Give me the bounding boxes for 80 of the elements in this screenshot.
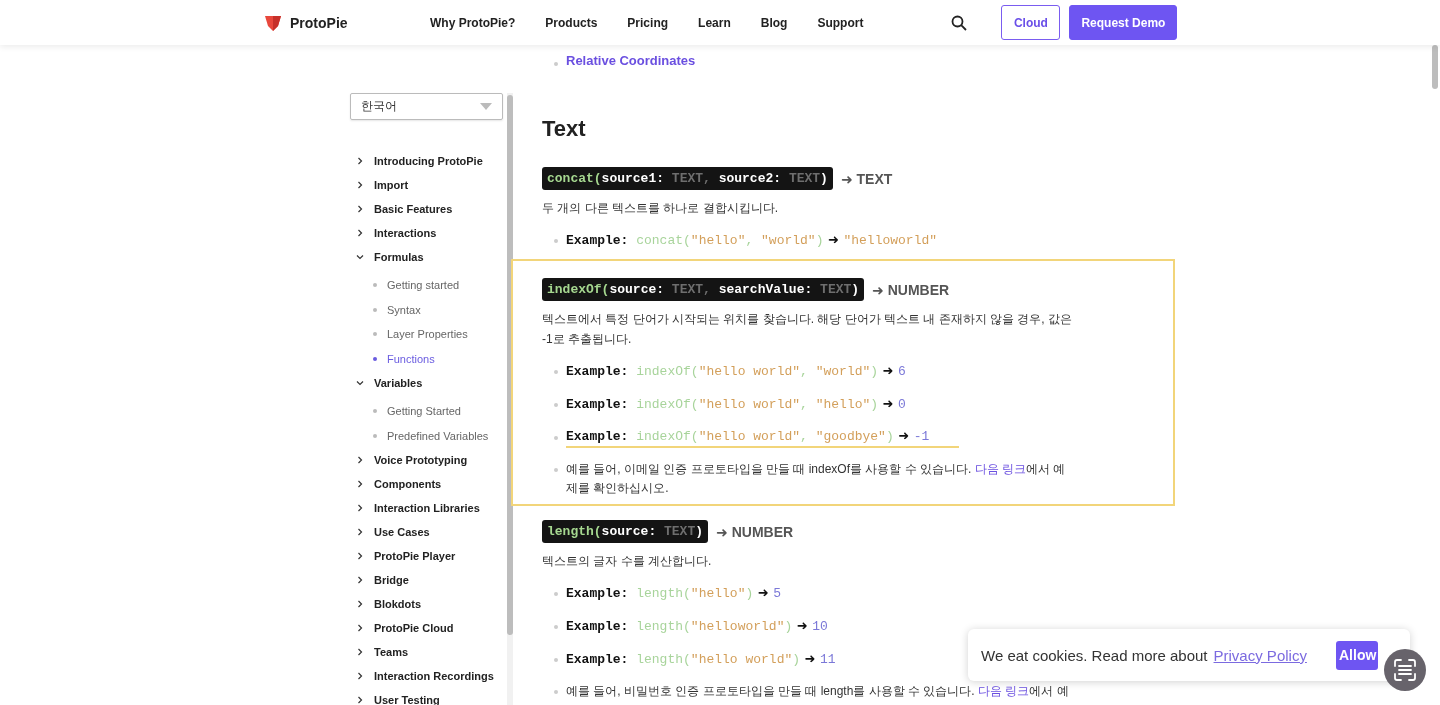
nav-link[interactable]: Support xyxy=(817,15,864,30)
chevron-right-icon xyxy=(356,552,364,560)
search-icon[interactable] xyxy=(951,14,968,31)
nav-link[interactable]: Products xyxy=(545,15,598,30)
sidebar-subitem[interactable]: Getting started xyxy=(350,273,504,298)
function-signature: concat(source1: TEXT, source2: TEXT) xyxy=(542,167,833,190)
return-type: ➜ NUMBER xyxy=(872,281,950,298)
caret-icon xyxy=(480,103,492,110)
code-example: Example: length("hello") ➜ 5 xyxy=(566,585,781,603)
sidebar-item[interactable]: Interaction Libraries xyxy=(350,496,504,520)
nav-link[interactable]: Blog xyxy=(760,15,788,30)
function-signature: length(source: TEXT) xyxy=(542,520,709,543)
sidebar-subitem[interactable]: Syntax xyxy=(350,297,504,322)
code-example: Example: indexOf("hello world", "hello") ➜ 0 xyxy=(566,396,906,414)
nav-link[interactable]: Why ProtoPie? xyxy=(430,15,516,30)
logo-icon[interactable] xyxy=(264,13,282,32)
sidebar-item[interactable]: Teams xyxy=(350,640,504,664)
sidebar-item[interactable]: Variables xyxy=(350,371,504,395)
chevron-right-icon xyxy=(356,504,364,512)
sidebar-item[interactable]: Voice Prototyping xyxy=(350,448,504,472)
function-description: 텍스트에서 특정 단어가 시작되는 위치를 찾습니다. 해당 단어가 텍스트 내 존재하지 않을 경우, 값은 -1로 추출됩니다. xyxy=(542,311,1073,348)
chevron-right-icon xyxy=(356,576,364,584)
code-example: Example: length("hello world") ➜ 11 xyxy=(566,651,836,669)
sidebar-item[interactable]: Introducing ProtoPie xyxy=(350,149,504,173)
sidebar-item[interactable]: Interactions xyxy=(350,221,504,245)
chevron-right-icon xyxy=(356,672,364,680)
section-link[interactable]: Relative Coordinates xyxy=(566,53,696,68)
note-text: 예를 들어, 이메일 인증 프로토타입을 만들 때 indexOf를 사용할 수 있습니다. 다음 링크에서 예제를 확인하십시오. xyxy=(566,461,1067,497)
sidebar-item[interactable]: ProtoPie Cloud xyxy=(350,616,504,640)
code-example: Example: concat("hello", "world") ➜ "helloworld" xyxy=(566,232,938,250)
chevron-right-icon xyxy=(356,480,364,488)
code-example: Example: indexOf("hello world", "goodbye") ➜ -1 xyxy=(566,428,960,448)
language-dropdown[interactable]: 한국어 xyxy=(350,93,503,120)
section-heading: Text xyxy=(542,116,587,142)
sidebar-item[interactable]: Bridge xyxy=(350,568,504,592)
demo-button[interactable]: Request Demo xyxy=(1069,5,1178,40)
function-description: 두 개의 다른 텍스트를 하나로 결합시킵니다. xyxy=(542,200,779,217)
chevron-right-icon xyxy=(356,624,364,632)
chevron-right-icon xyxy=(356,600,364,608)
code-example: Example: indexOf("hello world", "world") ➜ 6 xyxy=(566,363,906,381)
function-description: 텍스트의 글자 수를 계산합니다. xyxy=(542,553,713,570)
sidebar-item[interactable]: Formulas xyxy=(350,245,504,269)
code-example: Example: length("helloworld") ➜ 10 xyxy=(566,618,828,636)
example-link[interactable]: 다음 링크 xyxy=(978,684,1030,698)
note-text: 예를 들어, 비밀번호 인증 프로토타입을 만들 때 length를 사용할 수 있습니다. 다음 링크에서 예 xyxy=(566,683,1070,700)
chevron-right-icon xyxy=(356,696,364,704)
cookie-text: We eat cookies. Read more about xyxy=(981,646,1208,664)
sidebar-subitem[interactable]: Layer Properties xyxy=(350,322,504,347)
page-scrollbar[interactable] xyxy=(1432,45,1438,89)
sidebar-scrollbar[interactable] xyxy=(507,93,513,705)
sidebar-item[interactable]: ProtoPie Player xyxy=(350,544,504,568)
allow-button[interactable]: Allow xyxy=(1336,640,1378,670)
return-type: ➜ NUMBER xyxy=(716,523,794,540)
chevron-right-icon xyxy=(356,205,364,213)
sidebar-item[interactable]: Blokdots xyxy=(350,592,504,616)
sidebar-subitem[interactable]: Predefined Variables xyxy=(350,423,504,448)
scan-text-icon[interactable] xyxy=(1384,649,1426,691)
nav-link[interactable]: Learn xyxy=(698,15,731,30)
chevron-right-icon xyxy=(356,528,364,536)
sidebar-item[interactable]: Basic Features xyxy=(350,197,504,221)
cloud-button[interactable]: Cloud xyxy=(1001,5,1061,40)
chevron-right-icon xyxy=(356,456,364,464)
sidebar-subitem[interactable]: Getting Started xyxy=(350,399,504,424)
chevron-right-icon xyxy=(356,229,364,237)
chevron-right-icon xyxy=(356,157,364,165)
return-type: ➜ TEXT xyxy=(840,170,893,187)
sidebar-item[interactable]: Components xyxy=(350,472,504,496)
sidebar-item[interactable]: Use Cases xyxy=(350,520,504,544)
chevron-down-icon xyxy=(356,253,364,261)
brand-name[interactable]: ProtoPie xyxy=(290,14,348,31)
chevron-right-icon xyxy=(356,648,364,656)
sidebar-item[interactable]: Interaction Recordings xyxy=(350,664,504,688)
sidebar-subitem[interactable]: Functions xyxy=(350,346,504,371)
privacy-link[interactable]: Privacy Policy xyxy=(1213,646,1307,664)
chevron-down-icon xyxy=(356,379,364,387)
sidebar-item[interactable]: Import xyxy=(350,173,504,197)
example-link[interactable]: 다음 링크 xyxy=(974,462,1027,476)
chevron-right-icon xyxy=(356,181,364,189)
function-signature: indexOf(source: TEXT, searchValue: TEXT) xyxy=(542,278,865,301)
nav-link[interactable]: Pricing xyxy=(627,15,669,30)
